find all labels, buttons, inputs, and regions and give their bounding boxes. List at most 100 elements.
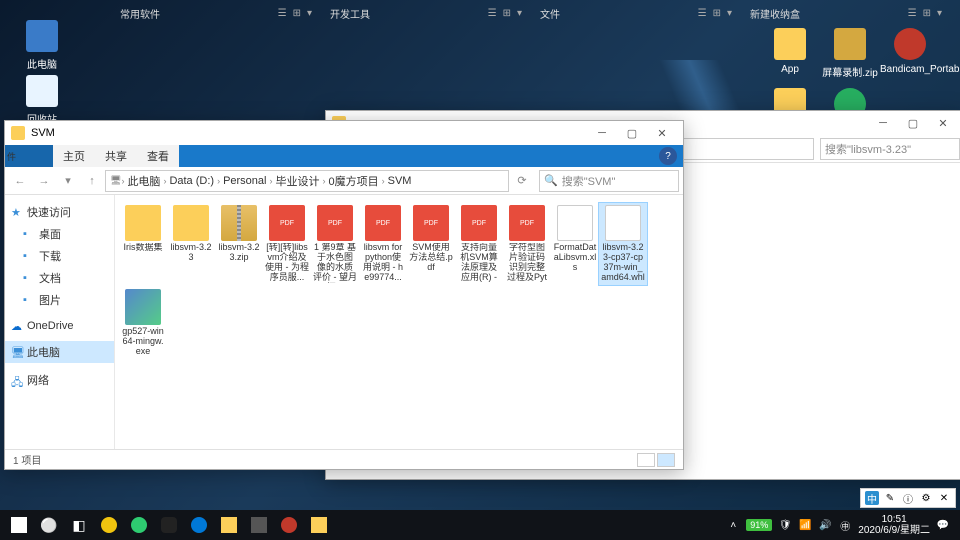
network[interactable]: 🖧 网络 [5, 369, 114, 391]
explorer-window-svm: SVM ─ ▢ ✕ 件 主页 共享 查看 ? ← → ▾ ↑ 🖥›此电脑›Dat… [4, 120, 684, 470]
app-record[interactable] [274, 512, 304, 538]
app-qq[interactable] [154, 512, 184, 538]
app-folder[interactable]: App [760, 28, 820, 75]
titlebar[interactable]: SVM ─ ▢ ✕ [5, 121, 683, 145]
sidebar-item[interactable]: ▪图片 [5, 289, 114, 311]
breadcrumb-seg[interactable]: Personal [220, 175, 269, 187]
view-icons-button[interactable] [657, 453, 675, 467]
notifications-button[interactable]: 💬 [936, 518, 950, 532]
file-icon [221, 205, 257, 241]
pin-icon: ▪ [23, 250, 35, 262]
tab-share[interactable]: 共享 [95, 145, 137, 167]
file-item[interactable]: 1 第9章 基于水色图像的水质评价 - 望月怀... [311, 203, 359, 285]
rail-controls[interactable]: ☰⊞▾ [698, 8, 740, 19]
file-item[interactable]: 字符型图片验证码识别完整过程及Python... [503, 203, 551, 285]
clock[interactable]: 10:51 2020/6/9/星期二 [858, 514, 930, 536]
sidebar-item[interactable]: ▪文档 [5, 267, 114, 289]
this-pc[interactable]: 🖥 此电脑 [5, 341, 114, 363]
file-item[interactable]: 支持向量机SVM算法原理及应用(R) - ... [455, 203, 503, 285]
tray-ime-icon[interactable]: ㊥ [838, 518, 852, 532]
file-item[interactable]: Iris数据集 [119, 203, 167, 285]
start-button[interactable] [4, 512, 34, 538]
rail-segment[interactable]: 开发工具 [320, 6, 380, 21]
file-icon [509, 205, 545, 241]
ime-button-1[interactable]: ✎ [883, 491, 897, 505]
tab-view[interactable]: 查看 [137, 145, 179, 167]
file-label: SVM使用方法总结.pdf [409, 243, 453, 273]
ime-toolbar[interactable]: 中 ✎ ⓘ ⚙ ✕ [860, 488, 956, 508]
sidebar-item[interactable]: ▪下载 [5, 245, 114, 267]
tab-home[interactable]: 主页 [53, 145, 95, 167]
breadcrumb-seg[interactable]: Data (D:) [166, 175, 217, 187]
ime-button-0[interactable]: 中 [865, 491, 879, 505]
file-item[interactable]: libsvm-3.23-cp37-cp37m-win_amd64.whl [599, 203, 647, 285]
sidebar-item[interactable]: ▪桌面 [5, 223, 114, 245]
tray-defender-icon[interactable]: 🛡 [778, 518, 792, 532]
rail-segment[interactable]: 新建收纳盒 [740, 6, 810, 21]
tab-file[interactable]: 件 [5, 145, 53, 167]
ime-button-4[interactable]: ✕ [937, 491, 951, 505]
recycle-icon[interactable]: 回收站 [12, 75, 72, 126]
file-item[interactable]: SVM使用方法总结.pdf [407, 203, 455, 285]
tray-volume-icon[interactable]: 🔊 [818, 518, 832, 532]
file-icon [413, 205, 449, 241]
rail-segment[interactable]: 文件 [530, 6, 570, 21]
taskview-button[interactable]: ◧ [64, 512, 94, 538]
file-label: libsvm-3.23.zip [217, 243, 261, 263]
app-1[interactable] [94, 512, 124, 538]
tray-up-icon[interactable]: ˄ [726, 518, 740, 532]
minimize-button[interactable]: ─ [868, 113, 898, 133]
minimize-button[interactable]: ─ [587, 123, 617, 143]
help-button[interactable]: ? [659, 147, 677, 165]
bandicam-exe[interactable]: Bandicam_Portable.exe [880, 28, 940, 75]
search-input[interactable]: 搜索"libsvm-3.23" [820, 138, 960, 160]
screenrec-zip[interactable]: 屏幕录制.zip [820, 28, 880, 79]
file-label: 字符型图片验证码识别完整过程及Python... [505, 243, 549, 283]
address-bar[interactable]: 🖥›此电脑›Data (D:)›Personal›毕业设计›0魔方项目›SVM [105, 170, 509, 192]
file-item[interactable]: gp527-win64-mingw.exe [119, 287, 167, 359]
search-input[interactable]: 🔍 搜索"SVM" [539, 170, 679, 192]
maximize-button[interactable]: ▢ [898, 113, 928, 133]
pc-icon[interactable]: 此电脑 [12, 20, 72, 71]
file-item[interactable]: FormatDataLibsvm.xls [551, 203, 599, 285]
battery-indicator[interactable]: 91% [746, 519, 772, 531]
onedrive[interactable]: ☁ OneDrive [5, 317, 114, 335]
tray-network-icon[interactable]: 📶 [798, 518, 812, 532]
pc-icon: 🖥 [11, 346, 23, 358]
file-icon [125, 289, 161, 325]
recent-button[interactable]: ▾ [57, 170, 79, 192]
ime-button-3[interactable]: ⚙ [919, 491, 933, 505]
breadcrumb-seg[interactable]: 0魔方项目 [325, 173, 381, 189]
up-button[interactable]: ↑ [81, 170, 103, 192]
rail-controls[interactable]: ☰⊞▾ [278, 8, 320, 19]
ribbon-tabs: 件 主页 共享 查看 ? [5, 145, 683, 167]
app-explorer[interactable] [214, 512, 244, 538]
back-button[interactable]: ← [9, 170, 31, 192]
breadcrumb-seg[interactable]: 毕业设计 [272, 173, 322, 189]
file-pane[interactable]: Iris数据集libsvm-3.23libsvm-3.23.zip[转][转]l… [115, 195, 683, 449]
app-edge[interactable] [184, 512, 214, 538]
file-item[interactable]: [转][转]libsvm介绍及使用 - 为程序员服... [263, 203, 311, 285]
file-item[interactable]: libsvm for python使用说明 - he99774... [359, 203, 407, 285]
view-details-button[interactable] [637, 453, 655, 467]
app-2[interactable] [124, 512, 154, 538]
breadcrumb-seg[interactable]: 此电脑 [124, 173, 163, 189]
refresh-button[interactable]: ⟳ [511, 170, 533, 192]
pc-icon: 🖥 [110, 175, 121, 186]
fwd-button[interactable]: → [33, 170, 55, 192]
close-button[interactable]: ✕ [928, 113, 958, 133]
rail-controls[interactable]: ☰⊞▾ [488, 8, 530, 19]
app-explorer-2[interactable] [304, 512, 334, 538]
quick-access[interactable]: ★ 快速访问 [5, 201, 114, 223]
search-button[interactable]: ⚪ [34, 512, 64, 538]
rail-controls[interactable]: ☰⊞▾ [908, 8, 950, 19]
breadcrumb-seg[interactable]: SVM [385, 175, 415, 187]
file-item[interactable]: libsvm-3.23.zip [215, 203, 263, 285]
ime-button-2[interactable]: ⓘ [901, 491, 915, 505]
file-item[interactable]: libsvm-3.23 [167, 203, 215, 285]
file-label: libsvm for python使用说明 - he99774... [361, 243, 405, 283]
app-calc[interactable] [244, 512, 274, 538]
rail-segment[interactable]: 常用软件 [110, 6, 170, 21]
maximize-button[interactable]: ▢ [617, 123, 647, 143]
close-button[interactable]: ✕ [647, 123, 677, 143]
